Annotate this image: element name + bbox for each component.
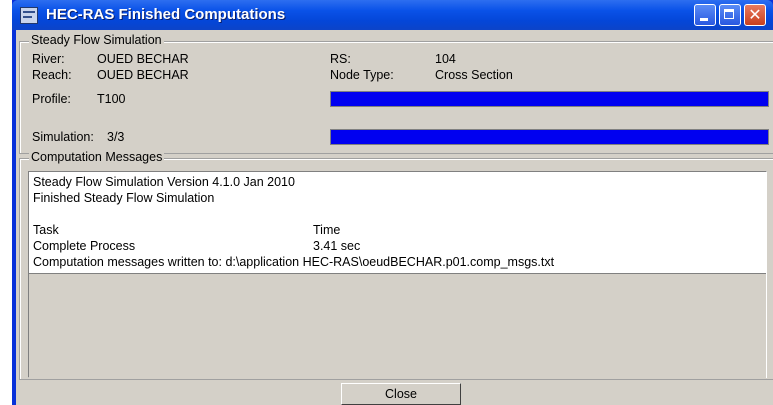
river-value: OUED BECHAR (97, 52, 189, 66)
window-title: HEC-RAS Finished Computations (46, 6, 286, 23)
node-type-label: Node Type: (330, 68, 394, 82)
title-bar[interactable]: HEC-RAS Finished Computations ✕ (12, 0, 773, 30)
reach-value: OUED BECHAR (97, 68, 189, 82)
node-type-value: Cross Section (435, 68, 513, 82)
profile-progress-bar (330, 91, 769, 107)
simulation-value: 3/3 (107, 130, 125, 144)
profile-label: Profile: (32, 92, 71, 106)
minimize-button[interactable] (694, 4, 716, 26)
steady-flow-simulation-legend: Steady Flow Simulation (29, 33, 164, 47)
close-button[interactable]: Close (341, 383, 461, 405)
close-icon: ✕ (748, 5, 762, 24)
computation-messages-legend: Computation Messages (29, 150, 165, 164)
minimize-icon (700, 18, 708, 21)
complete-process-task: Complete Process (33, 239, 136, 253)
reach-label: Reach: (32, 68, 72, 82)
rs-label: RS: (330, 52, 351, 66)
computation-messages-textbox[interactable]: Steady Flow Simulation Version 4.1.0 Jan… (28, 171, 767, 378)
simulation-progress-bar (330, 129, 769, 145)
river-label: River: (32, 52, 65, 66)
complete-process-time: 3.41 sec (313, 239, 361, 253)
hec-ras-finished-computations-window: HEC-RAS Finished Computations ✕ Steady F… (12, 0, 773, 405)
rs-value: 104 (435, 52, 456, 66)
maximize-icon (724, 9, 734, 19)
close-window-button[interactable]: ✕ (744, 4, 766, 26)
task-header: Task (33, 223, 59, 237)
messages-file-path-line: Computation messages written to: d:\appl… (33, 255, 555, 269)
message-line: Finished Steady Flow Simulation (33, 191, 215, 205)
profile-value: T100 (97, 92, 126, 106)
messages-empty-area (29, 273, 766, 378)
maximize-button[interactable] (719, 4, 741, 26)
simulation-label: Simulation: (32, 130, 94, 144)
time-header: Time (313, 223, 341, 237)
hec-ras-app-icon[interactable] (20, 7, 38, 24)
message-line: Steady Flow Simulation Version 4.1.0 Jan… (33, 175, 295, 189)
dialog-client-area: Steady Flow Simulation River: OUED BECHA… (16, 30, 773, 405)
